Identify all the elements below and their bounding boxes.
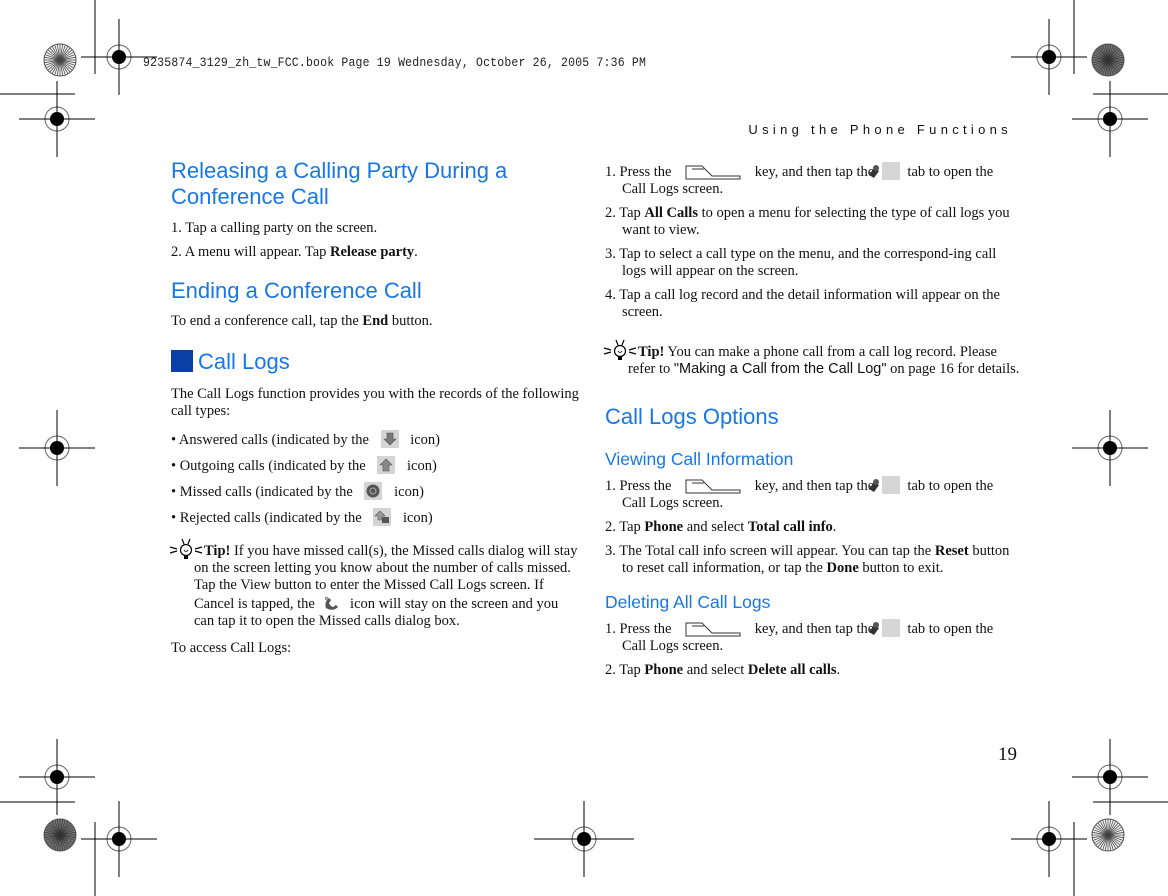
- cross-reference-link[interactable]: "Making a Call from the Call Log": [674, 361, 887, 377]
- access-steps: 1. Press the key, and then tap the tab t…: [605, 162, 1020, 321]
- registration-mark-top-right-inner: [1010, 18, 1088, 96]
- tip-lightbulb-icon: [169, 538, 203, 559]
- registration-mark-bottom-left-inner: [80, 800, 158, 878]
- list-item: 2. A menu will appear. Tap Release party…: [171, 244, 418, 260]
- call-type-list: • Answered calls (indicated by the icon)…: [171, 430, 591, 527]
- registration-mark-top-left-outer: [18, 80, 96, 158]
- list-item: 2. Tap Phone and select Delete all calls…: [605, 662, 841, 678]
- rejected-call-icon: [373, 508, 392, 526]
- list-item: • Outgoing calls (indicated by the icon): [171, 456, 437, 474]
- running-head: Using the Phone Functions: [748, 122, 1012, 137]
- list-item: 2. Tap All Calls to open a menu for sele…: [605, 205, 1010, 238]
- list-item: 3. The Total call info screen will appea…: [605, 543, 1010, 576]
- list-item: 2. Tap Phone and select Total call info.: [605, 519, 837, 535]
- heading-viewing-call-information: Viewing Call Information: [605, 449, 794, 469]
- ui-term: Total call info: [747, 519, 833, 535]
- tip-lightbulb-icon: [603, 339, 637, 360]
- ending-paragraph: To end a conference call, tap the End bu…: [171, 313, 433, 329]
- list-item: 3. Tap to select a call type on the menu…: [605, 246, 997, 279]
- list-item: 1. Press the key, and then tap the tab t…: [605, 476, 994, 511]
- list-item: • Rejected calls (indicated by the icon): [171, 508, 433, 526]
- ui-term: All Calls: [644, 205, 698, 221]
- list-item: 1. Press the key, and then tap the tab t…: [605, 162, 994, 197]
- heading-ending-conference-call: Ending a Conference Call: [171, 278, 422, 303]
- left-column: Releasing a Calling Party During a Confe…: [169, 158, 591, 657]
- section-marker-square: [171, 350, 193, 372]
- end-key-icon: [685, 622, 741, 637]
- registration-mark-mid-left: [18, 409, 96, 487]
- print-slug-line: 9235874_3129_zh_tw_FCC.book Page 19 Wedn…: [143, 56, 647, 70]
- right-column: 1. Press the key, and then tap the tab t…: [603, 162, 1020, 679]
- list-item: 1. Tap a calling party on the screen.: [171, 220, 378, 236]
- heading-call-logs: Call Logs: [171, 349, 591, 375]
- registration-mark-bottom-left-outer: [18, 738, 96, 816]
- access-call-logs-text: To access Call Logs:: [171, 640, 292, 656]
- ui-term: Reset: [934, 543, 969, 559]
- starburst-mark-top-right: [1091, 43, 1125, 77]
- end-key-icon: [685, 479, 741, 494]
- end-key-icon: [685, 165, 741, 180]
- ui-term: Phone: [644, 662, 684, 678]
- starburst-mark-top-left: [43, 43, 77, 77]
- starburst-mark-bottom-right: [1091, 818, 1125, 852]
- release-steps: 1. Tap a calling party on the screen. 2.…: [171, 220, 591, 261]
- registration-mark-bottom-right-inner: [1010, 800, 1088, 878]
- ui-term: End: [362, 313, 389, 329]
- call-logs-intro: The Call Logs function provides you with…: [171, 386, 579, 419]
- tip-label: Tip!: [204, 543, 231, 559]
- page-number: 19: [998, 744, 1017, 765]
- registration-mark-mid-right: [1071, 409, 1149, 487]
- tip-missed-calls: Tip! If you have missed call(s), the Mis…: [169, 538, 580, 630]
- tip-label: Tip!: [638, 344, 665, 360]
- deleting-steps: 1. Press the key, and then tap the tab t…: [605, 619, 1020, 679]
- call-logs-tab-icon: [868, 162, 900, 180]
- starburst-mark-bottom-left: [43, 818, 77, 852]
- heading-call-logs-options: Call Logs Options: [605, 404, 779, 429]
- ui-term: Phone: [644, 519, 684, 535]
- ui-term: Delete all calls: [747, 662, 837, 678]
- heading-deleting-all-call-logs: Deleting All Call Logs: [605, 592, 771, 612]
- list-item: 4. Tap a call log record and the detail …: [605, 287, 1000, 320]
- tip-call-from-log: Tip! You can make a phone call from a ca…: [603, 339, 1020, 378]
- call-logs-tab-icon: [868, 476, 900, 494]
- registration-mark-bottom-right-outer: [1071, 738, 1149, 816]
- answered-call-icon: [380, 430, 399, 448]
- viewing-steps: 1. Press the key, and then tap the tab t…: [605, 476, 1020, 577]
- call-logs-tab-icon: [868, 619, 900, 637]
- heading-releasing-calling-party: Releasing a Calling Party During a Confe…: [171, 158, 508, 209]
- list-item: 1. Press the key, and then tap the tab t…: [605, 619, 994, 654]
- outgoing-call-icon: [377, 456, 396, 474]
- ui-term: Release party: [330, 244, 415, 260]
- missed-call-icon: [364, 482, 383, 500]
- missed-call-notification-icon: [325, 596, 339, 610]
- list-item: • Answered calls (indicated by the icon): [171, 430, 440, 448]
- ui-term: Done: [826, 560, 859, 576]
- registration-mark-top-right-outer: [1071, 80, 1149, 158]
- list-item: • Missed calls (indicated by the icon): [171, 482, 424, 500]
